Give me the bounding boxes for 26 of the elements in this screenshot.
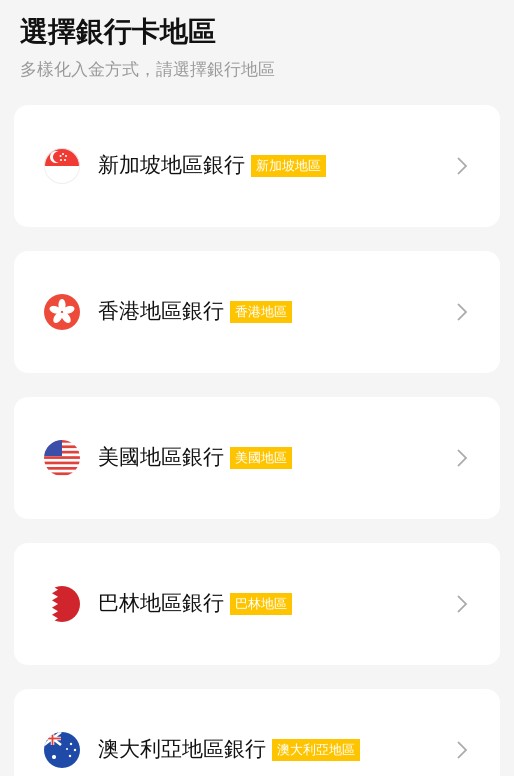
region-tag: 香港地區 bbox=[230, 301, 292, 323]
region-name: 巴林地區銀行 bbox=[98, 591, 224, 618]
chevron-right-icon bbox=[456, 302, 468, 322]
region-tag: 巴林地區 bbox=[230, 593, 292, 615]
flag-icon bbox=[44, 148, 80, 184]
region-card[interactable]: 澳大利亞地區銀行 澳大利亞地區 bbox=[14, 689, 500, 776]
chevron-right-icon bbox=[456, 740, 468, 760]
flag-icon bbox=[44, 732, 80, 768]
region-tag: 澳大利亞地區 bbox=[272, 739, 360, 761]
region-tag: 美國地區 bbox=[230, 447, 292, 469]
region-card[interactable]: 香港地區銀行 香港地區 bbox=[14, 251, 500, 373]
region-card[interactable]: 巴林地區銀行 巴林地區 bbox=[14, 543, 500, 665]
chevron-right-icon bbox=[456, 448, 468, 468]
region-name: 澳大利亞地區銀行 bbox=[98, 737, 266, 764]
chevron-right-icon bbox=[456, 594, 468, 614]
flag-icon bbox=[44, 440, 80, 476]
region-card[interactable]: 美國地區銀行 美國地區 bbox=[14, 397, 500, 519]
flag-icon bbox=[44, 294, 80, 330]
region-name: 新加坡地區銀行 bbox=[98, 153, 245, 180]
chevron-right-icon bbox=[456, 156, 468, 176]
region-tag: 新加坡地區 bbox=[251, 155, 326, 177]
region-name: 美國地區銀行 bbox=[98, 445, 224, 472]
region-name: 香港地區銀行 bbox=[98, 299, 224, 326]
region-card[interactable]: 新加坡地區銀行 新加坡地區 bbox=[14, 105, 500, 227]
page-subtitle: 多樣化入金方式，請選擇銀行地區 bbox=[19, 59, 276, 81]
page-title: 選擇銀行卡地區 bbox=[19, 15, 217, 49]
